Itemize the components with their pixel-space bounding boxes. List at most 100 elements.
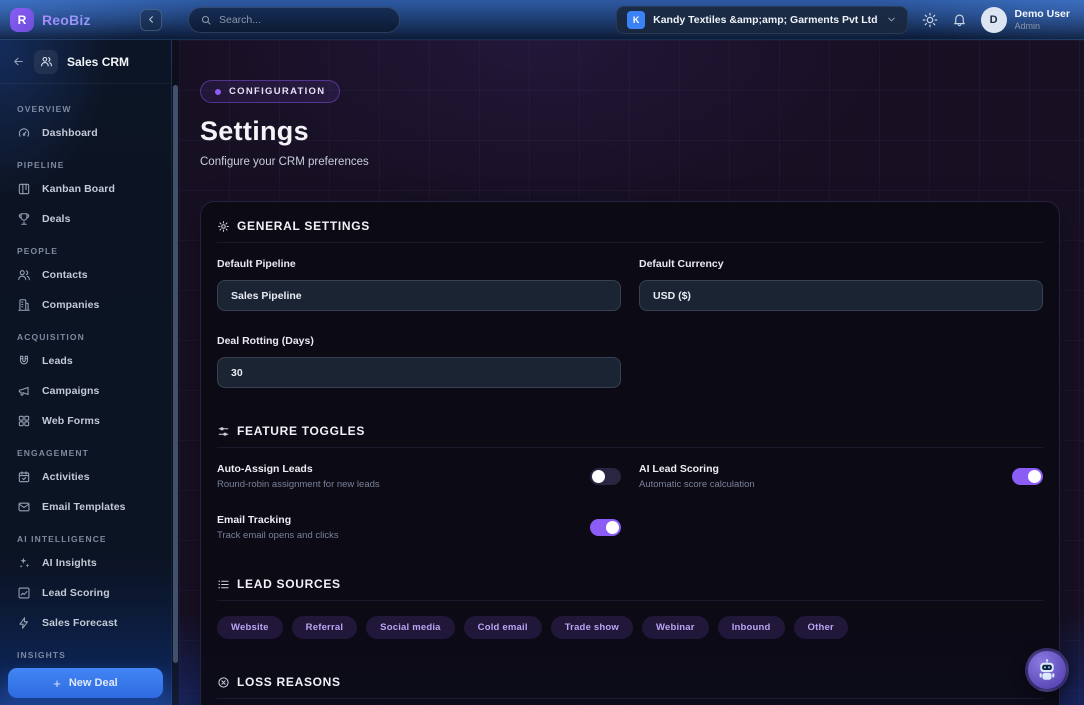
sidebar-item-lead-scoring[interactable]: Lead Scoring	[8, 578, 163, 608]
notifications-button[interactable]	[952, 12, 967, 27]
building-icon	[17, 298, 31, 312]
page-title: Settings	[200, 116, 1060, 147]
robot-icon	[1035, 658, 1059, 682]
toggle-text: Auto-Assign Leads Round-robin assignment …	[217, 463, 380, 490]
users-icon	[17, 268, 31, 282]
gear-icon	[217, 220, 230, 233]
toggle-description: Round-robin assignment for new leads	[217, 479, 380, 490]
sidebar-item-label: Deals	[42, 213, 71, 225]
user-name: Demo User	[1015, 8, 1070, 21]
sidebar-item-leads[interactable]: Leads	[8, 346, 163, 376]
sidebar-item-dashboard[interactable]: Dashboard	[8, 118, 163, 148]
settings-card: GENERAL SETTINGS Default Pipeline Default…	[200, 201, 1060, 705]
chatbot-button[interactable]	[1025, 648, 1069, 692]
top-bar: R ReoBiz K Kandy Textiles &amp;amp; Garm…	[0, 0, 1084, 40]
brand-initial: R	[18, 13, 27, 27]
general-settings-header: GENERAL SETTINGS	[217, 219, 1043, 243]
content-scrollbar-track[interactable]	[172, 40, 179, 705]
users-icon	[17, 268, 31, 282]
email-tracking-toggle[interactable]	[590, 519, 621, 536]
chart-icon	[17, 586, 31, 600]
toggle-description: Track email opens and clicks	[217, 530, 339, 541]
sidebar-section-label: PEOPLE	[8, 240, 163, 260]
sidebar-item-label: Companies	[42, 299, 100, 311]
sliders-icon	[217, 425, 230, 438]
sun-icon	[922, 12, 938, 28]
toggle-label: Auto-Assign Leads	[217, 463, 380, 475]
ai-lead-scoring-toggle[interactable]	[1012, 468, 1043, 485]
settings-field: Default Currency	[639, 258, 1043, 311]
sidebar-section-label: AI INTELLIGENCE	[8, 528, 163, 548]
feature-toggles-section: FEATURE TOGGLES Auto-Assign Leads Round-r…	[217, 424, 1043, 541]
general-settings-fields: Default PipelineDefault CurrencyDeal Rot…	[217, 258, 1043, 388]
sidebar-title: Sales CRM	[67, 55, 129, 69]
topbar-right: K Kandy Textiles &amp;amp; Garments Pvt …	[616, 6, 1084, 34]
sidebar-item-ai-insights[interactable]: AI Insights	[8, 548, 163, 578]
field-label: Default Currency	[639, 258, 1043, 270]
company-name: Kandy Textiles &amp;amp; Garments Pvt Lt…	[653, 14, 877, 26]
megaphone-icon	[17, 384, 31, 398]
user-menu[interactable]: D Demo User Admin	[981, 7, 1070, 33]
sidebar-item-sales-forecast[interactable]: Sales Forecast	[8, 608, 163, 638]
new-deal-button[interactable]: + New Deal	[8, 668, 163, 698]
settings-field: Default Pipeline	[217, 258, 621, 311]
sparkles-icon	[17, 556, 31, 570]
toggle-knob	[592, 470, 605, 483]
crm-module-iconbox	[34, 50, 58, 74]
search-icon	[200, 14, 212, 26]
sidebar-item-email-templates[interactable]: Email Templates	[8, 492, 163, 522]
lead-source-chip-webinar: Webinar	[642, 616, 709, 639]
toggle-knob	[606, 521, 619, 534]
sidebar-item-label: Leads	[42, 355, 73, 367]
sidebar-section: PEOPLE Contacts Companies	[8, 240, 163, 320]
lead-source-chip-website: Website	[217, 616, 283, 639]
lead-source-chips: WebsiteReferralSocial mediaCold emailTra…	[217, 616, 1043, 639]
sidebar-item-companies[interactable]: Companies	[8, 290, 163, 320]
x-circle-icon	[217, 676, 230, 689]
back-button[interactable]	[12, 55, 25, 68]
sidebar-item-label: Campaigns	[42, 385, 100, 397]
feature-toggles-header: FEATURE TOGGLES	[217, 424, 1043, 448]
default-pipeline-input[interactable]	[217, 280, 621, 311]
content-scrollbar-thumb[interactable]	[173, 85, 178, 663]
sidebar-section: OVERVIEW Dashboard	[8, 98, 163, 148]
sidebar-item-web-forms[interactable]: Web Forms	[8, 406, 163, 436]
theme-toggle-button[interactable]	[922, 12, 938, 28]
search-input[interactable]	[219, 14, 388, 26]
brand-name: ReoBiz	[42, 12, 132, 28]
kanban-icon	[17, 182, 31, 196]
auto-assign-leads-toggle[interactable]	[590, 468, 621, 485]
field-label: Default Pipeline	[217, 258, 621, 270]
sidebar-item-label: Kanban Board	[42, 183, 115, 195]
brand-zone: R ReoBiz	[0, 8, 172, 32]
calendar-check-icon	[17, 470, 31, 484]
lead-source-chip-cold-email: Cold email	[464, 616, 542, 639]
company-selector[interactable]: K Kandy Textiles &amp;amp; Garments Pvt …	[616, 6, 907, 34]
user-meta: Demo User Admin	[1015, 8, 1070, 32]
toggle-text: AI Lead ScoringAutomatic score calculati…	[639, 463, 755, 490]
lead-source-chip-referral: Referral	[292, 616, 358, 639]
lead-source-chip-other: Other	[794, 616, 848, 639]
default-currency-input[interactable]	[639, 280, 1043, 311]
sidebar-item-campaigns[interactable]: Campaigns	[8, 376, 163, 406]
brand-logo: R	[10, 8, 34, 32]
megaphone-icon	[17, 384, 31, 398]
sidebar-item-activities[interactable]: Activities	[8, 462, 163, 492]
main-content: CONFIGURATION Settings Configure your CR…	[179, 40, 1084, 705]
sidebar-item-label: Contacts	[42, 269, 88, 281]
sidebar-section-label: OVERVIEW	[8, 98, 163, 118]
sidebar-collapse-button[interactable]	[140, 9, 162, 31]
sidebar-item-contacts[interactable]: Contacts	[8, 260, 163, 290]
grid-icon	[17, 414, 31, 428]
lead-sources-section: LEAD SOURCES WebsiteReferralSocial media…	[217, 577, 1043, 639]
user-avatar: D	[981, 7, 1007, 33]
search-box[interactable]	[188, 7, 400, 33]
sidebar-item-deals[interactable]: Deals	[8, 204, 163, 234]
lead-source-chip-trade-show: Trade show	[551, 616, 633, 639]
deal-rotting-days--input[interactable]	[217, 357, 621, 388]
sidebar-item-kanban-board[interactable]: Kanban Board	[8, 174, 163, 204]
sidebar-item-label: Web Forms	[42, 415, 100, 427]
sidebar-item-label: Dashboard	[42, 127, 98, 139]
toggle-knob	[1028, 470, 1041, 483]
section-title: LOSS REASONS	[237, 675, 341, 689]
